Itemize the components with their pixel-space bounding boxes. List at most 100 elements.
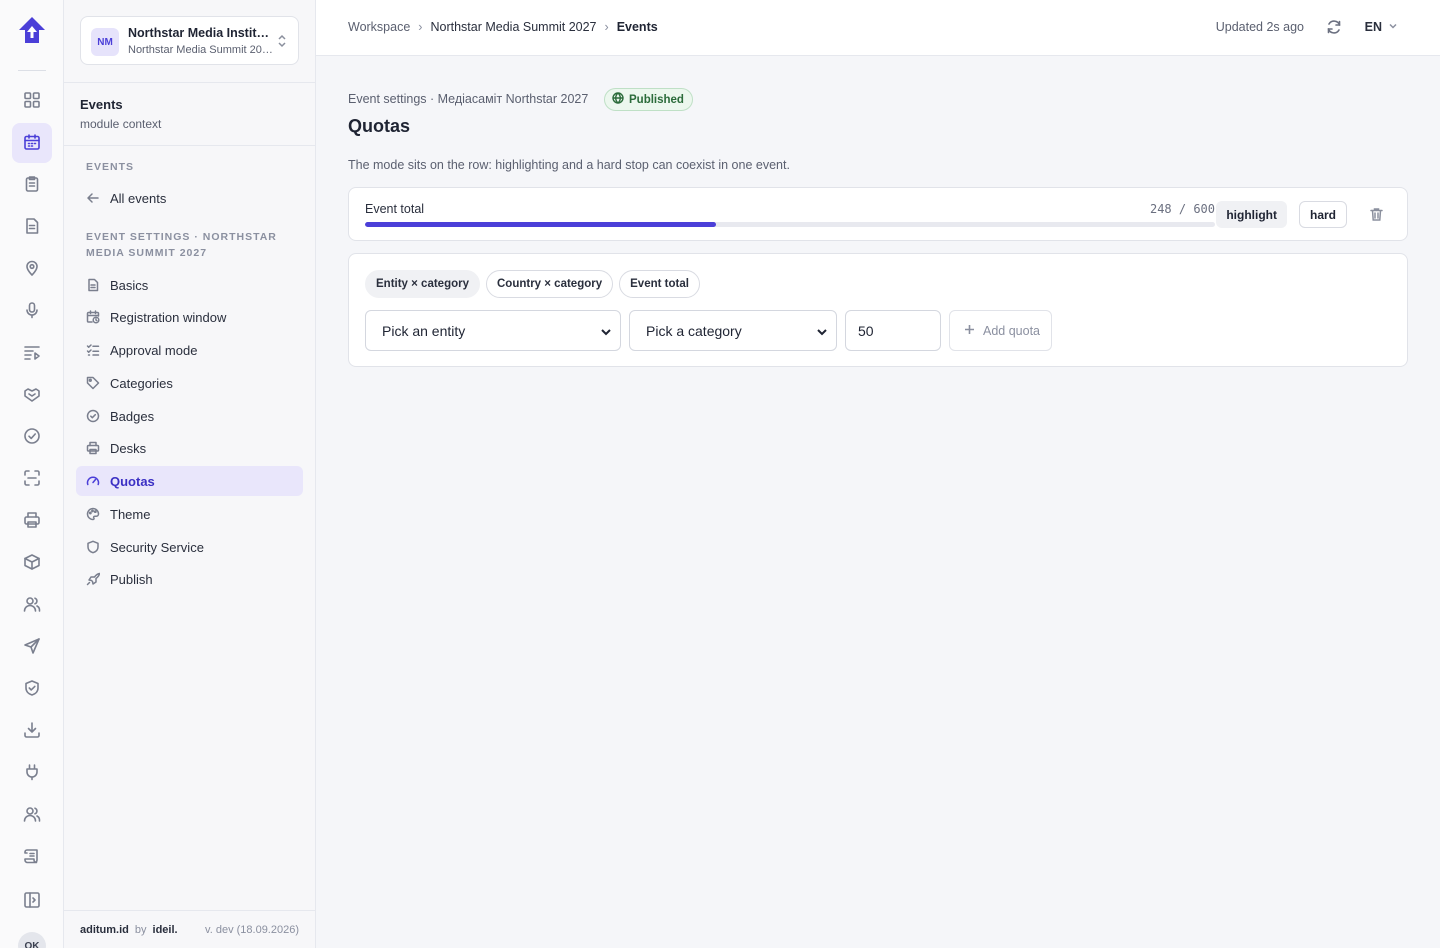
nav-desks[interactable]: Desks (76, 433, 303, 463)
footer-brand[interactable]: aditum.id (80, 924, 129, 936)
tab-country-category[interactable]: Country × category (486, 270, 614, 298)
nav-registration-window-label: Registration window (110, 309, 227, 325)
page-hint: The mode sits on the row: highlighting a… (348, 158, 790, 172)
breadcrumb-workspace[interactable]: Workspace (348, 20, 410, 34)
mode-highlight-button[interactable]: highlight (1216, 201, 1287, 228)
rail-forms[interactable] (12, 165, 52, 205)
quota-row: Event total 248 / 600 highlight hard (348, 187, 1408, 241)
page-context: Event settings · Медіасаміт Northstar 20… (348, 92, 589, 106)
rail-logs[interactable] (12, 837, 52, 877)
breadcrumb-separator: › (418, 20, 423, 34)
footer-by: by (134, 923, 147, 936)
org-initials-badge: NM (91, 28, 119, 56)
rail-packages[interactable] (12, 543, 52, 583)
nav-registration-window[interactable]: Registration window (76, 302, 303, 332)
rail-exports[interactable] (12, 711, 52, 751)
check-circle-icon (23, 427, 41, 448)
rail-agenda[interactable] (12, 333, 52, 373)
badge-icon (86, 409, 100, 423)
file-icon (86, 278, 100, 292)
handshake-icon (23, 385, 41, 406)
rail-attendees[interactable] (12, 585, 52, 625)
footer-company[interactable]: ideil. (153, 924, 178, 936)
last-updated-text: Updated 2s ago (1215, 20, 1304, 34)
rail-divider (18, 70, 46, 71)
printer-icon (86, 441, 100, 455)
module-title: Events (80, 97, 123, 112)
nav-publish[interactable]: Publish (76, 564, 303, 594)
add-quota-panel: Entity × category Country × category Eve… (348, 253, 1408, 367)
rail-documents[interactable] (12, 207, 52, 247)
section-label-events: EVENTS (86, 161, 135, 173)
quota-count: 248 / 600 (1149, 202, 1215, 216)
nav-security-service[interactable]: Security Service (76, 532, 303, 562)
nav-quotas-label: Quotas (110, 473, 155, 489)
entity-select-value: Pick an entity (382, 322, 466, 339)
breadcrumb-event[interactable]: Northstar Media Summit 2027 (430, 20, 596, 34)
app-logo[interactable] (16, 14, 48, 46)
document-icon (23, 217, 41, 238)
org-name: Northstar Media Institute (128, 26, 274, 40)
nav-categories-label: Categories (110, 375, 173, 391)
status-label: Published (629, 93, 684, 106)
nav-approval-mode[interactable]: Approval mode (76, 335, 303, 365)
category-select-value: Pick a category (646, 322, 742, 339)
location-pin-icon (23, 259, 41, 280)
download-icon (23, 721, 41, 742)
language-label: EN (1364, 20, 1382, 34)
nav-publish-label: Publish (110, 571, 153, 587)
rail-collapse-toggle[interactable] (12, 881, 52, 921)
nav-theme[interactable]: Theme (76, 499, 303, 529)
nav-badges-label: Badges (110, 408, 155, 424)
quota-amount-input[interactable]: 50 (845, 310, 941, 351)
rail-dashboard[interactable] (12, 81, 52, 121)
rail-printing[interactable] (12, 501, 52, 541)
microphone-icon (23, 301, 41, 322)
nav-badges[interactable]: Badges (76, 401, 303, 431)
tag-icon (86, 376, 100, 390)
org-switcher[interactable]: NM Northstar Media Institute Northstar M… (80, 16, 299, 65)
user-avatar[interactable]: OK (18, 932, 46, 948)
section-label-event-settings: EVENT SETTINGS · NORTHSTAR MEDIA SUMMIT … (86, 231, 277, 259)
rail-integrations[interactable] (12, 753, 52, 793)
tab-event-total[interactable]: Event total (619, 270, 700, 298)
rail-events[interactable] (12, 123, 52, 163)
quota-type-tabs: Entity × category Country × category Eve… (365, 270, 700, 298)
breadcrumb: Workspace › Northstar Media Summit 2027 … (348, 20, 658, 34)
nav-categories[interactable]: Categories (76, 368, 303, 398)
rail-scanner[interactable] (12, 459, 52, 499)
tab-entity-category[interactable]: Entity × category (365, 270, 480, 298)
breadcrumb-separator: › (604, 20, 609, 34)
rail-partners[interactable] (12, 375, 52, 415)
nav-basics[interactable]: Basics (76, 270, 303, 300)
rail-messages[interactable] (12, 627, 52, 667)
rail-venues[interactable] (12, 249, 52, 289)
nav-theme-label: Theme (110, 506, 151, 522)
quota-progress-fill (365, 222, 717, 227)
nav-all-events-label: All events (110, 190, 167, 206)
trash-icon[interactable] (1369, 207, 1384, 222)
gauge-icon (86, 474, 100, 488)
palette-icon (86, 507, 100, 521)
entity-select[interactable]: Pick an entity (365, 310, 621, 351)
nav-quotas[interactable]: Quotas (76, 466, 303, 496)
icon-rail: OK (0, 0, 64, 948)
plus-icon (964, 324, 983, 338)
people-icon (23, 805, 41, 826)
add-quota-button[interactable]: Add quota (949, 310, 1052, 351)
checklist-icon (86, 343, 100, 357)
add-quota-label: Add quota (983, 323, 1040, 338)
nav-all-events[interactable]: All events (76, 183, 303, 213)
plug-icon (23, 763, 41, 784)
rail-speakers[interactable] (12, 291, 52, 331)
mode-hard-button[interactable]: hard (1298, 201, 1347, 228)
page-title: Quotas (348, 116, 411, 136)
sidebar: NM Northstar Media Institute Northstar M… (64, 0, 316, 948)
refresh-icon[interactable] (1326, 19, 1342, 35)
rail-security[interactable] (12, 669, 52, 709)
rail-approvals[interactable] (12, 417, 52, 457)
category-select[interactable]: Pick a category (629, 310, 837, 351)
rail-team[interactable] (12, 795, 52, 835)
nav-desks-label: Desks (110, 440, 147, 456)
language-switcher[interactable]: EN (1365, 20, 1398, 34)
